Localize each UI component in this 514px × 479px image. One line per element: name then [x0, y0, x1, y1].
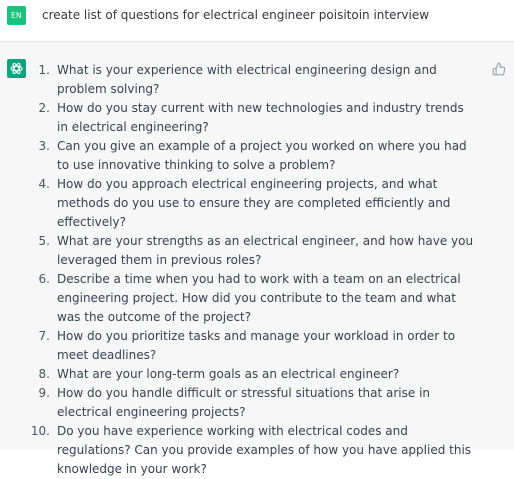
user-avatar: EN [7, 6, 26, 25]
list-item-text: How do you stay current with new technol… [57, 101, 464, 134]
list-item-number: 8. [38, 367, 50, 381]
list-item: 9. How do you handle difficult or stressf… [28, 384, 478, 422]
list-item-text: What are your strengths as an electrical… [57, 234, 474, 267]
list-item-number: 7. [38, 329, 50, 343]
list-item: 5. What are your strengths as an electric… [28, 232, 478, 270]
list-item-text: Describe a time when you had to work wit… [57, 272, 461, 324]
answer-list: 1. What is your experience with electrica… [28, 61, 478, 479]
list-item-text: What are your long-term goals as an elec… [57, 367, 400, 381]
list-item-number: 6. [38, 272, 50, 286]
list-item: 8. What are your long-term goals as an el… [28, 365, 478, 384]
user-message-text: create list of questions for electrical … [42, 8, 430, 22]
list-item: 10. Do you have experience working with e… [28, 422, 478, 479]
list-item-number: 9. [38, 386, 50, 400]
list-item: 3. Can you give an example of a project y… [28, 137, 478, 175]
list-item-text: Can you give an example of a project you… [57, 139, 467, 172]
list-item-text: What is your experience with electrical … [57, 63, 437, 96]
list-item-number: 4. [38, 177, 50, 191]
list-item-text: How do you approach electrical engineeri… [57, 177, 451, 229]
list-item-number: 2. [38, 101, 50, 115]
list-item-number: 10. [30, 424, 50, 438]
list-item-text: How do you handle difficult or stressful… [57, 386, 431, 419]
list-item: 6. Describe a time when you had to work w… [28, 270, 478, 327]
list-item-text: Do you have experience working with elec… [57, 424, 472, 476]
list-item: 1. What is your experience with electrica… [28, 61, 478, 99]
list-item-number: 5. [38, 234, 50, 248]
list-item-number: 3. [38, 139, 50, 153]
list-item-text: How do you prioritize tasks and manage y… [57, 329, 456, 362]
list-item: 2. How do you stay current with new techn… [28, 99, 478, 137]
thumbs-up-icon[interactable] [492, 61, 506, 76]
list-item: 4. How do you approach electrical enginee… [28, 175, 478, 232]
list-item: 7. How do you prioritize tasks and manage… [28, 327, 478, 365]
user-message-row: EN create list of questions for electric… [0, 0, 514, 42]
chatgpt-logo-icon [7, 59, 26, 78]
list-item-number: 1. [38, 63, 50, 77]
assistant-message-row: 1. What is your experience with electrica… [0, 42, 514, 476]
